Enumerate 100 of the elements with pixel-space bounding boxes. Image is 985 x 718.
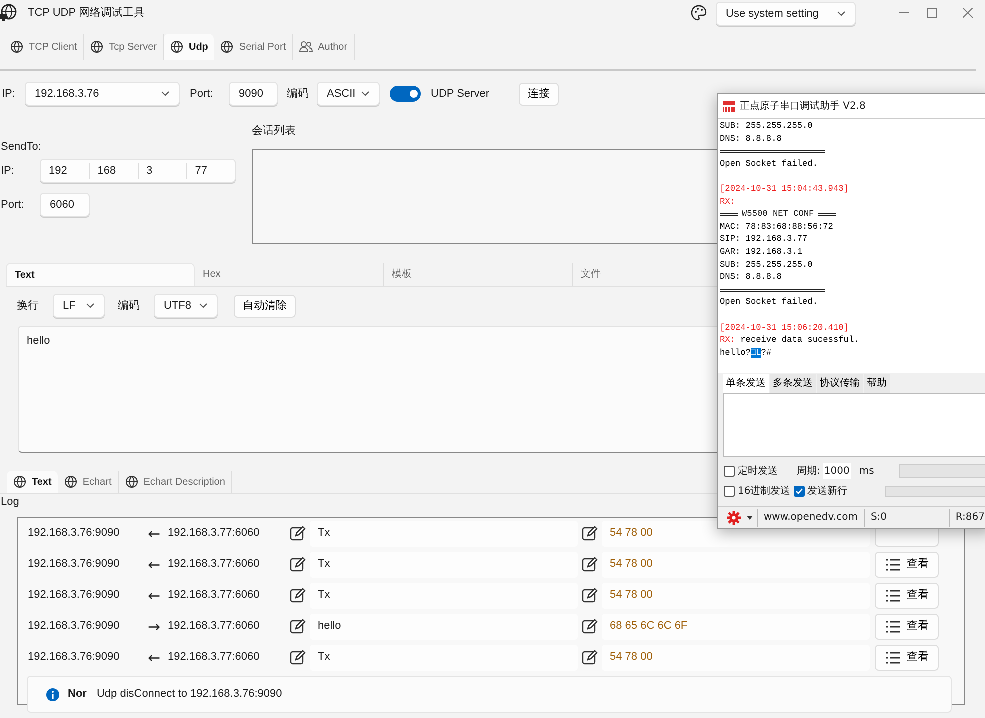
- checkbox-label: 发送新行: [808, 484, 848, 498]
- tab[interactable]: Text: [7, 471, 58, 493]
- output-line: RX: receive data sucessful.: [720, 334, 860, 347]
- encoding-label: 编码: [287, 86, 310, 102]
- people-icon: [299, 40, 314, 54]
- list-icon: [885, 650, 901, 664]
- hex-field[interactable]: 54 78 00: [602, 644, 870, 670]
- tab[interactable]: 文件: [573, 263, 718, 286]
- edit-icon: [582, 588, 598, 604]
- local-address: 192.168.3.76:9090: [28, 588, 121, 604]
- edit-icon: [582, 526, 598, 542]
- tab[interactable]: Tcp Server: [84, 34, 164, 60]
- remote-address: 192.168.3.77:6060: [168, 557, 261, 572]
- local-address: 192.168.3.76:9090: [28, 619, 121, 634]
- edit-icon: [290, 588, 306, 604]
- log-label: Log: [1, 496, 20, 508]
- chevron-icon: [361, 91, 370, 97]
- newline-select[interactable]: LF: [53, 294, 105, 318]
- output-line: hello?□L?#: [720, 346, 773, 360]
- tab[interactable]: 模板: [384, 263, 573, 286]
- gear-icon: [727, 510, 741, 524]
- period-field[interactable]: 1000: [823, 463, 852, 479]
- theme-select[interactable]: Use system setting: [716, 2, 856, 26]
- tab[interactable]: 多条发送: [770, 374, 816, 393]
- hex-field[interactable]: 54 78 00: [602, 582, 870, 608]
- tab[interactable]: Udp: [164, 34, 214, 60]
- chevron-icon: [161, 91, 170, 97]
- tab[interactable]: 单条发送: [723, 374, 769, 393]
- toggle-label: UDP Server: [431, 86, 490, 102]
- status-message: Udp disConnect to 192.168.3.76:9090: [96, 687, 282, 702]
- encoding-select[interactable]: ASCII: [317, 82, 380, 106]
- view-button[interactable]: 查看: [875, 614, 939, 640]
- tab[interactable]: Hex: [195, 263, 384, 286]
- globe-icon: [124, 475, 139, 489]
- text-field[interactable]: Tx: [310, 552, 578, 578]
- severity-label: Nor: [68, 687, 87, 702]
- encoding-select[interactable]: UTF8: [154, 294, 218, 318]
- tab[interactable]: Text: [6, 263, 195, 286]
- timed-send-checkbox[interactable]: [724, 466, 735, 476]
- tab[interactable]: Echart Description: [118, 471, 232, 493]
- tab[interactable]: 协议传输: [817, 374, 863, 393]
- remote-address: 192.168.3.77:6060: [168, 526, 261, 542]
- connect-button[interactable]: 连接: [519, 82, 559, 106]
- sendto-label: SendTo:: [0, 140, 42, 155]
- output-line: SUB: 255.255.255.0: [720, 258, 814, 272]
- output-line: MAC: 78:83:68:88:56:72: [720, 220, 834, 234]
- output-line: DNS: 8.8.8.8: [720, 271, 783, 284]
- edit-icon: [582, 556, 598, 572]
- output-line: [2024-10-31 15:04:43.943]: [720, 182, 850, 196]
- tab[interactable]: 帮助: [864, 374, 890, 393]
- view-button[interactable]: 查看: [875, 582, 939, 608]
- port-field[interactable]: 6060: [40, 193, 90, 217]
- ip-address-field[interactable]: 192 168 3 77: [40, 159, 236, 183]
- port-label: Port:: [190, 86, 214, 102]
- direction-arrow: ←: [148, 586, 162, 604]
- output-line: DNS: 8.8.8.8: [720, 132, 783, 146]
- checkbox-label: 16进制发送: [738, 484, 791, 498]
- text-field[interactable]: Tx: [310, 644, 578, 670]
- output-line: [2024-10-31 15:06:20.410]: [720, 322, 850, 334]
- local-address: 192.168.3.76:9090: [28, 650, 121, 666]
- hex-send-checkbox[interactable]: [724, 486, 735, 496]
- remote-address: 192.168.3.77:6060: [168, 650, 261, 666]
- session-list-title: 会话列表: [252, 125, 296, 137]
- tab[interactable]: Echart: [58, 471, 119, 493]
- port-field[interactable]: 9090: [229, 82, 278, 106]
- received-count: R:867: [954, 511, 985, 525]
- port-label: Port:: [0, 198, 26, 213]
- toggle-switch[interactable]: [390, 86, 421, 102]
- text-field[interactable]: Tx: [310, 520, 578, 546]
- newline-send-checkbox[interactable]: [794, 486, 805, 496]
- remote-address: 192.168.3.77:6060: [168, 619, 261, 634]
- ip-select[interactable]: 192.168.3.76: [25, 82, 180, 106]
- app-icon: [0, 4, 18, 22]
- view-button[interactable]: 查看: [875, 644, 939, 670]
- ip-label: IP:: [2, 86, 16, 102]
- unit-label: ms: [859, 464, 874, 478]
- close-icon: [963, 8, 973, 18]
- view-button[interactable]: 查看: [875, 552, 939, 578]
- edit-icon: [290, 618, 306, 634]
- hex-field[interactable]: 54 78 00: [602, 552, 870, 578]
- session-list[interactable]: [252, 149, 717, 244]
- sent-count: S:0: [864, 508, 950, 526]
- hex-field[interactable]: 68 65 6C 6C 6F: [602, 614, 870, 640]
- output-line: SIP: 192.168.3.77: [720, 233, 809, 246]
- message-input[interactable]: hello: [18, 326, 717, 453]
- globe-icon: [13, 475, 27, 489]
- text-field[interactable]: Tx: [310, 582, 578, 608]
- tab[interactable]: Serial Port: [214, 34, 294, 60]
- direction-arrow: ←: [148, 648, 162, 666]
- auto-clear-button[interactable]: 自动清除: [234, 294, 296, 318]
- ip-label: IP:: [0, 164, 16, 179]
- palette-icon: [690, 4, 708, 22]
- chevron-icon: [199, 303, 208, 309]
- tab[interactable]: TCP Client: [4, 34, 84, 60]
- edit-icon: [582, 650, 598, 666]
- tab[interactable]: Author: [293, 34, 355, 60]
- maximize-icon: [927, 8, 937, 18]
- output-line: Open Socket failed.: [720, 158, 819, 170]
- text-field[interactable]: hello: [310, 614, 578, 640]
- info-icon: [46, 688, 60, 702]
